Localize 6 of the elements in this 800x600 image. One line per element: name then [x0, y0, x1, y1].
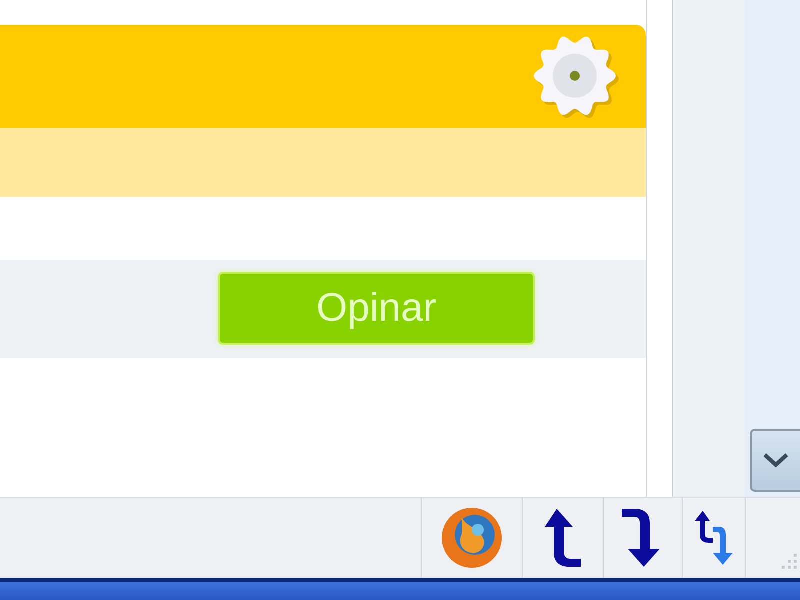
up-down-arrows-icon[interactable] — [693, 508, 735, 567]
scroll-down-button[interactable] — [750, 428, 800, 492]
chevron-down-icon — [763, 452, 789, 468]
up-arrow-icon[interactable] — [543, 506, 583, 569]
opinion-button[interactable]: Opinar — [218, 272, 535, 345]
browser-logo-icon[interactable] — [440, 506, 504, 570]
